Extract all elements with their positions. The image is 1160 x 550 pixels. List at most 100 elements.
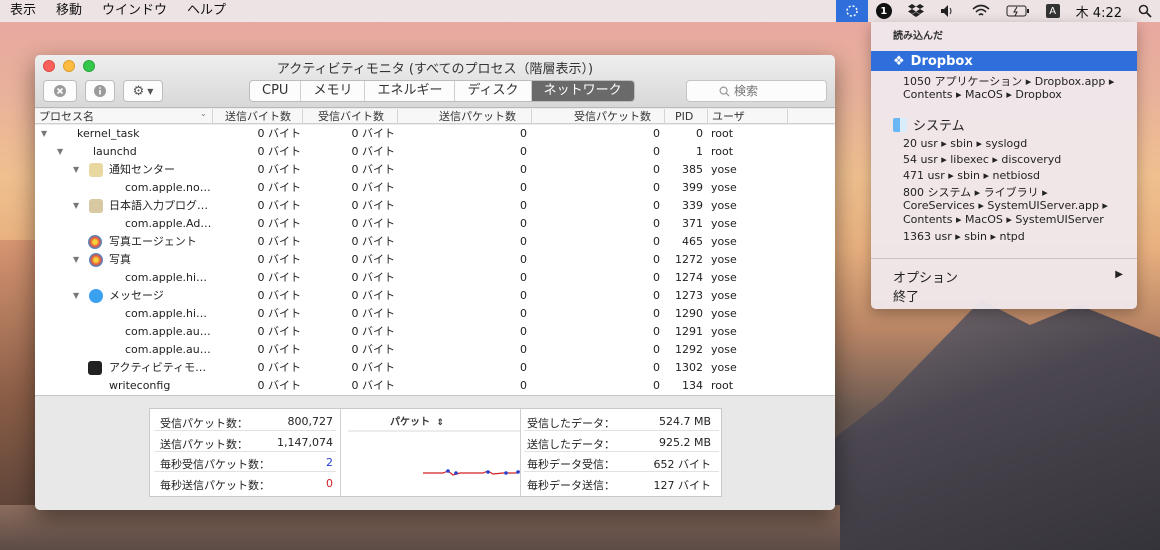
menu-path-line[interactable]: 20 usr ▸ sbin ▸ syslogd xyxy=(903,137,1027,150)
menu-path-line[interactable]: CoreServices ▸ SystemUIServer.app ▸ xyxy=(903,199,1108,212)
recv-bytes: 0 バイト xyxy=(351,271,396,284)
table-row[interactable]: ▼ 日本語入力プログ… 0 バイト 0 バイト 0 0 339 yose xyxy=(35,197,835,215)
pid: 339 xyxy=(682,199,703,212)
col-header-user[interactable]: ユーザ xyxy=(708,109,788,124)
search-icon xyxy=(719,86,730,97)
table-row[interactable]: com.apple.au… 0 バイト 0 バイト 0 0 1292 yose xyxy=(35,341,835,359)
onepassword-icon[interactable]: 1 xyxy=(868,0,900,22)
process-name: 写真 xyxy=(109,253,131,266)
table-row[interactable]: com.apple.hi… 0 バイト 0 バイト 0 0 1274 yose xyxy=(35,269,835,287)
table-row[interactable]: 写真エージェント 0 バイト 0 バイト 0 0 465 yose xyxy=(35,233,835,251)
tab-cpu[interactable]: CPU xyxy=(250,81,302,101)
col-header-sent-packets[interactable]: 送信パケット数 xyxy=(398,109,532,124)
sent-pps-value: 0 xyxy=(326,477,333,490)
tab-disk[interactable]: ディスク xyxy=(455,81,532,101)
user: root xyxy=(711,145,734,158)
table-row[interactable]: ▼ メッセージ 0 バイト 0 バイト 0 0 1273 yose xyxy=(35,287,835,305)
sent-bytes: 0 バイト xyxy=(257,361,302,374)
sent-packets: 0 xyxy=(520,307,527,320)
disclosure-triangle-icon[interactable]: ▼ xyxy=(57,143,63,161)
process-name: アクティビティモ… xyxy=(109,361,207,374)
tab-energy[interactable]: エネルギー xyxy=(365,81,456,101)
dropbox-icon[interactable] xyxy=(900,0,932,22)
input-source-icon[interactable]: A xyxy=(1038,0,1068,22)
disclosure-triangle-icon[interactable]: ▼ xyxy=(73,197,79,215)
col-header-recv-bytes[interactable]: 受信バイト数 xyxy=(303,109,398,124)
finder-icon xyxy=(893,117,907,132)
sent-bytes: 0 バイト xyxy=(257,325,302,338)
user: yose xyxy=(711,235,737,248)
menu-window[interactable]: ウインドウ xyxy=(92,0,177,22)
spotlight-icon[interactable] xyxy=(1130,0,1160,22)
table-row[interactable]: com.apple.no… 0 バイト 0 バイト 0 0 399 yose xyxy=(35,179,835,197)
tab-memory[interactable]: メモリ xyxy=(301,81,366,101)
battery-icon[interactable] xyxy=(998,0,1038,22)
menu-view[interactable]: 表示 xyxy=(0,0,46,22)
menu-item-options[interactable]: オプション xyxy=(893,267,958,286)
recv-packets: 0 xyxy=(653,217,660,230)
table-row[interactable]: com.apple.Ad… 0 バイト 0 バイト 0 0 371 yose xyxy=(35,215,835,233)
menu-path-line[interactable]: Contents ▸ MacOS ▸ Dropbox xyxy=(903,88,1062,101)
recv-packets: 0 xyxy=(653,127,660,140)
table-row[interactable]: com.apple.hi… 0 バイト 0 バイト 0 0 1290 yose xyxy=(35,305,835,323)
menu-path-line[interactable]: Contents ▸ MacOS ▸ SystemUIServer xyxy=(903,213,1104,226)
pid: 1273 xyxy=(675,289,703,302)
recv-bytes: 0 バイト xyxy=(351,379,396,392)
recv-packets-point xyxy=(454,471,458,475)
process-name: com.apple.hi… xyxy=(125,271,208,284)
user: yose xyxy=(711,361,737,374)
sent-packets: 0 xyxy=(520,217,527,230)
disclosure-triangle-icon[interactable]: ▼ xyxy=(73,161,79,179)
recv-bytes: 0 バイト xyxy=(351,145,396,158)
table-row[interactable]: ▼ 写真 0 バイト 0 バイト 0 0 1272 yose xyxy=(35,251,835,269)
disclosure-triangle-icon[interactable]: ▼ xyxy=(73,251,79,269)
disclosure-triangle-icon[interactable]: ▼ xyxy=(41,125,47,143)
search-input[interactable] xyxy=(734,84,794,98)
sent-bytes: 0 バイト xyxy=(257,307,302,320)
sort-chevron-icon: ⌄ xyxy=(200,109,207,118)
col-header-recv-packets[interactable]: 受信パケット数 xyxy=(532,109,665,124)
data-recv-value: 524.7 MB xyxy=(658,415,711,428)
volume-icon[interactable] xyxy=(932,0,964,22)
table-row[interactable]: ▼ kernel_task 0 バイト 0 バイト 0 0 0 root xyxy=(35,125,835,143)
app-icon xyxy=(89,253,103,267)
menu-item-quit[interactable]: 終了 xyxy=(893,286,919,305)
pid: 371 xyxy=(682,217,703,230)
wifi-icon[interactable] xyxy=(964,0,998,22)
clock[interactable]: 木 4:22 xyxy=(1068,0,1130,22)
table-row[interactable]: com.apple.au… 0 バイト 0 バイト 0 0 1291 yose xyxy=(35,323,835,341)
action-menu-button[interactable]: ⚙ ▼ xyxy=(123,80,163,102)
sent-rate-value: 127 バイト xyxy=(653,479,712,492)
inspect-process-button[interactable] xyxy=(85,80,115,102)
menu-separator xyxy=(871,258,1137,259)
sent-packets: 0 xyxy=(520,325,527,338)
table-row[interactable]: ▼ launchd 0 バイト 0 バイト 0 0 1 root xyxy=(35,143,835,161)
col-header-process-name[interactable]: プロセス名 xyxy=(39,109,213,124)
menu-path-line[interactable]: 800 システム ▸ ライブラリ ▸ xyxy=(903,184,1048,200)
menu-item-dropbox[interactable]: ❖ Dropbox xyxy=(871,51,1137,71)
quit-process-button[interactable] xyxy=(43,80,77,102)
table-row[interactable]: writeconfig 0 バイト 0 バイト 0 0 134 root xyxy=(35,377,835,395)
disclosure-triangle-icon[interactable]: ▼ xyxy=(73,287,79,305)
search-field[interactable] xyxy=(686,80,827,102)
user: yose xyxy=(711,217,737,230)
dropbox-sync-icon[interactable] xyxy=(835,0,868,22)
user: yose xyxy=(711,253,737,266)
recv-packets: 0 xyxy=(653,145,660,158)
menu-path-line[interactable]: 1363 usr ▸ sbin ▸ ntpd xyxy=(903,230,1025,243)
col-header-pid[interactable]: PID xyxy=(665,109,708,124)
gear-icon: ⚙ xyxy=(132,83,145,99)
pid: 1272 xyxy=(675,253,703,266)
menu-path-line[interactable]: 54 usr ▸ libexec ▸ discoveryd xyxy=(903,153,1061,166)
activity-monitor-window: アクティビティモニタ (すべてのプロセス（階層表示）) ⚙ ▼ CPU メモリ … xyxy=(35,55,835,510)
graph-metric-selector[interactable]: パケット ⇕ xyxy=(390,413,444,428)
col-header-sent-bytes[interactable]: 送信バイト数 xyxy=(213,109,303,124)
table-row[interactable]: ▼ 通知センター 0 バイト 0 バイト 0 0 385 yose xyxy=(35,161,835,179)
menu-bar: 表示 移動 ウインドウ ヘルプ 1 A 木 4:22 xyxy=(0,0,1160,22)
tab-network[interactable]: ネットワーク xyxy=(531,81,634,101)
menu-help[interactable]: ヘルプ xyxy=(177,0,236,22)
table-row[interactable]: アクティビティモ… 0 バイト 0 バイト 0 0 1302 yose xyxy=(35,359,835,377)
menu-path-line[interactable]: 1050 アプリケーション ▸ Dropbox.app ▸ xyxy=(903,73,1114,89)
menu-path-line[interactable]: 471 usr ▸ sbin ▸ netbiosd xyxy=(903,169,1040,182)
menu-go[interactable]: 移動 xyxy=(46,0,92,22)
